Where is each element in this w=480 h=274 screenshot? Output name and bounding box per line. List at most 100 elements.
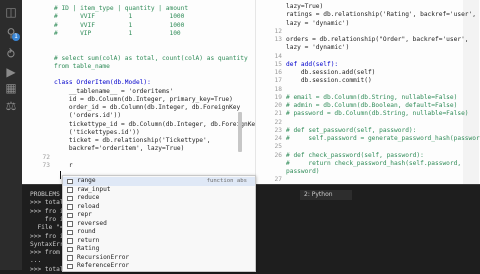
code-line[interactable]: 19 # email = db.Column(db.String, nullabl… (256, 94, 480, 102)
code-line[interactable]: ratings = db.relationship('Rating', back… (256, 11, 480, 19)
code-line[interactable]: lazy = 'dynamic') (256, 44, 480, 52)
code-line[interactable]: class OrderItem(db.Model): (22, 79, 255, 87)
suggestion-detail: function abs (206, 178, 247, 184)
suggestion-item[interactable]: round (63, 228, 255, 237)
code-text: ticket = db.relationship('Tickettype', (54, 137, 211, 144)
line-number: 20 (274, 102, 282, 109)
code-line[interactable]: # VIP 1 100 (22, 30, 255, 38)
code-text: ('tickettypes.id')) (54, 128, 140, 136)
code-line[interactable]: 25 (256, 143, 480, 151)
code-line[interactable]: 15 def add(self): (256, 61, 480, 69)
symbol-icon (67, 195, 73, 201)
code-line[interactable]: # VVIF 1 1000 (22, 22, 255, 30)
suggestion-item[interactable]: range function abs (63, 177, 255, 186)
suggestion-label: reload (77, 202, 100, 210)
code-line[interactable]: 21 # password = db.Column(db.String, null… (256, 110, 480, 118)
code-line[interactable]: tickettype_id = db.Column(db.Integer, db… (22, 121, 255, 129)
code-line[interactable]: 14 (256, 53, 480, 61)
code-line[interactable]: 17 db.session.commit() (256, 77, 480, 85)
code-text: ('orders.id')) (54, 112, 122, 120)
suggestion-item[interactable]: return (63, 237, 255, 246)
code-line[interactable] (22, 71, 255, 79)
code-text: ratings = db.relationship('Rating', back… (286, 11, 476, 19)
suggestion-label: raw_input (77, 185, 111, 193)
code-text: db.session.add(self) (286, 69, 376, 76)
code-line[interactable]: 73 r (22, 162, 255, 170)
code-line[interactable]: id = db.Column(db.Integer, primary_key=T… (22, 96, 255, 104)
suggestion-item[interactable]: ReferenceError (63, 262, 255, 271)
code-line[interactable]: 20 # admin = db.Column(db.Boolean, defaul… (256, 102, 480, 110)
left-editor[interactable]: # ID | item_type | quantity | amount # VV… (22, 0, 255, 184)
code-line[interactable]: ticket = db.relationship('Tickettype', (22, 137, 255, 145)
code-line[interactable]: ('tickettypes.id')) (22, 129, 255, 137)
suggestion-label: range (77, 177, 96, 184)
suggestion-item[interactable]: raw_input (63, 186, 255, 195)
symbol-icon (67, 178, 73, 184)
code-line[interactable]: 72 (22, 154, 255, 162)
suggestion-label: ReferenceError (77, 262, 130, 269)
code-text: tickettype_id = db.Column(db.Integer, db… (54, 120, 255, 128)
code-text: # VVIF 1 1000 (54, 21, 185, 29)
suggestion-item[interactable]: reversed (63, 220, 255, 229)
code-line[interactable]: 23 # def set_password(self, password): (256, 127, 480, 135)
code-line[interactable] (22, 46, 255, 54)
line-number: 13 (274, 36, 282, 43)
code-line[interactable]: 13 orders = db.relationship("Order", back… (256, 36, 480, 44)
suggestion-item[interactable]: reload (63, 203, 255, 212)
code-text: def add(self): (286, 60, 339, 68)
code-line[interactable]: __tablename__ = 'orderitems' (22, 88, 255, 96)
code-text: r (54, 161, 73, 169)
code-line[interactable]: 27 (256, 176, 480, 184)
code-line[interactable]: # return check_password_hash(self.passwo… (256, 160, 480, 168)
source-control-icon[interactable]: ⥁ (3, 46, 19, 62)
code-text: db.session.commit() (286, 77, 372, 85)
code-line[interactable]: 16 db.session.add(self) (256, 69, 480, 77)
files-icon[interactable]: ◫ (3, 4, 19, 20)
code-text: order_id = db.Column(db.Integer, db.Fore… (54, 104, 241, 111)
code-line[interactable]: # VVIF 1 1000 (22, 13, 255, 21)
left-editor-scrollbar[interactable] (238, 112, 242, 152)
suggestion-label: reduce (77, 194, 100, 201)
symbol-icon (67, 263, 73, 269)
code-line[interactable]: 26 # def check_password(self, password): (256, 152, 480, 160)
terminal-line: >>> total (30, 199, 64, 207)
code-text: # def set_password(self, password): (286, 126, 417, 134)
line-number: 27 (274, 176, 282, 184)
suggestion-item[interactable]: repr (63, 211, 255, 220)
code-text: lazy = 'dynamic') (286, 19, 350, 27)
line-number: 15 (274, 60, 282, 68)
autocomplete-suggestions[interactable]: range function abs raw_input reduce reload re… (62, 175, 256, 272)
code-line[interactable]: 12 (256, 28, 480, 36)
run-debug-icon[interactable]: ▶ (3, 64, 19, 80)
code-text: from table_name (54, 62, 110, 70)
symbol-icon (67, 238, 73, 244)
code-text: class OrderItem(db.Model): (54, 79, 151, 87)
line-number: 22 (274, 118, 282, 126)
code-line[interactable]: lazy=True) (256, 3, 480, 11)
suggestion-item[interactable]: RecursionError (63, 254, 255, 263)
code-text: # select sum(colA) as total, count(colA)… (54, 54, 248, 62)
code-line[interactable]: order_id = db.Column(db.Integer, db.Fore… (22, 104, 255, 112)
testing-icon[interactable]: ⚖ (3, 98, 19, 114)
extensions-icon[interactable]: ▦ (3, 80, 19, 96)
suggestion-item[interactable]: Rating (63, 245, 255, 254)
code-line[interactable]: backref='orderitem', lazy=True) (22, 145, 255, 153)
code-line[interactable]: from table_name (22, 63, 255, 71)
suggestion-label: Rating (77, 245, 100, 252)
right-editor[interactable]: lazy=True) ratings = db.relationship('Rat… (255, 0, 480, 184)
terminal-line: ... (30, 257, 42, 265)
code-line[interactable]: 24 # self.password = generate_password_ha… (256, 135, 480, 143)
symbol-icon (67, 204, 73, 210)
suggestion-item[interactable]: reduce (63, 194, 255, 203)
terminal-tab[interactable]: 2: Python (300, 190, 352, 200)
code-line[interactable]: password) (256, 168, 480, 176)
code-line[interactable]: # select sum(colA) as total, count(colA)… (22, 55, 255, 63)
code-line[interactable] (22, 38, 255, 46)
code-text: # admin = db.Column(db.Boolean, default=… (286, 102, 458, 109)
code-line[interactable]: lazy = 'dynamic') (256, 20, 480, 28)
code-line[interactable]: ('orders.id')) (22, 112, 255, 120)
code-line[interactable]: # ID | item_type | quantity | amount (22, 5, 255, 13)
code-line[interactable]: 18 (256, 86, 480, 94)
text-cursor (60, 171, 61, 179)
code-line[interactable]: 22 (256, 119, 480, 127)
